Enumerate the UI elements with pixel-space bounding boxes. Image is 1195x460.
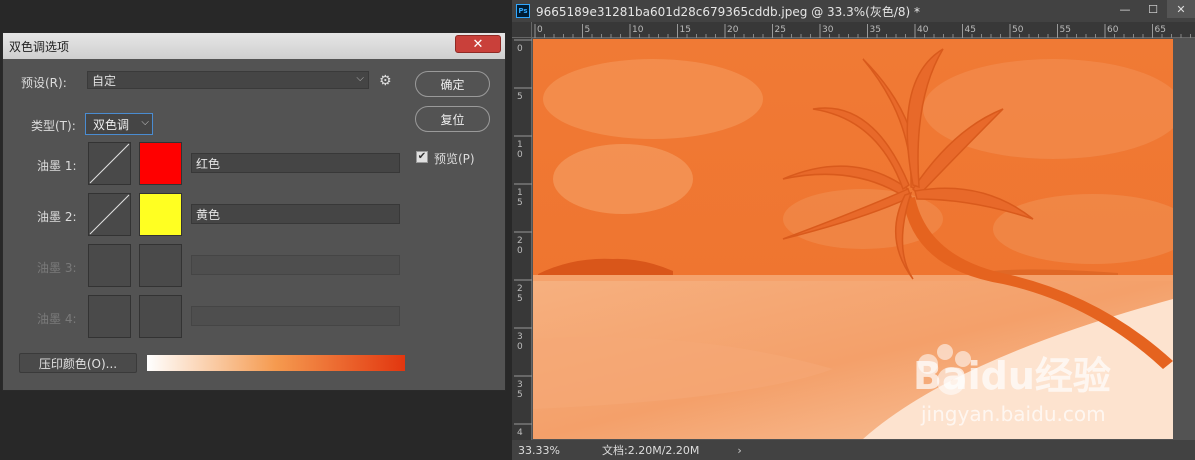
preview-checkbox[interactable]: ✔	[416, 151, 428, 163]
ink-2-name-input[interactable]: 黄色	[191, 204, 400, 224]
ink-4-label: 油墨 4:	[37, 312, 77, 326]
ruler-origin[interactable]	[512, 22, 532, 38]
ink-4-color-swatch	[139, 295, 182, 338]
ruler-tick-label: 20	[727, 25, 739, 35]
reset-button[interactable]: 复位	[415, 106, 490, 132]
duotone-gradient-preview	[147, 355, 405, 371]
duotone-options-dialog: 双色调选项 ✕ 预设(R): 自定 ⌵ ⚙ 确定 复位 类型(T): 双色调 ⌵…	[2, 32, 506, 391]
close-icon[interactable]: ✕	[1167, 0, 1195, 18]
ruler-tick-label: 10	[632, 25, 644, 35]
ruler-tick-label: 55	[1060, 25, 1071, 35]
ink-3-curve	[88, 244, 131, 287]
type-label: 类型(T):	[31, 119, 76, 133]
horizontal-ruler[interactable]: 0 5 10 15 20 25 30 35 40 45 50 55 60 65	[532, 22, 1195, 38]
preview-label[interactable]: 预览(P)	[434, 150, 475, 167]
watermark-logo: Baidu经验	[913, 354, 1111, 398]
ink-4-curve	[88, 295, 131, 338]
ink-3-label: 油墨 3:	[37, 261, 77, 275]
ruler-tick-label: 3	[517, 332, 523, 342]
minimize-icon[interactable]: —	[1111, 0, 1139, 18]
ruler-tick-label: 0	[517, 150, 523, 160]
document-window: Ps 9665189e31281ba601d28c679365cddb.jpeg…	[512, 0, 1195, 460]
ruler-tick-label: 5	[517, 390, 523, 400]
ink-1-label: 油墨 1:	[37, 159, 77, 173]
ink-2-label: 油墨 2:	[37, 210, 77, 224]
ruler-tick-label: 5	[517, 198, 523, 208]
chevron-down-icon: ⌵	[356, 73, 364, 84]
close-icon: ✕	[472, 36, 484, 52]
ok-button[interactable]: 确定	[415, 71, 490, 97]
preset-select[interactable]: 自定 ⌵	[87, 71, 369, 89]
preset-label: 预设(R):	[21, 76, 67, 90]
ruler-tick-label: 25	[775, 25, 786, 35]
reset-button-label: 复位	[440, 112, 465, 127]
status-bar: 33.33% 文档:2.20M/2.20M ›	[512, 440, 1195, 460]
ink-1-name-input[interactable]: 红色	[191, 153, 400, 173]
ruler-tick-label: 5	[517, 92, 523, 102]
zoom-level[interactable]: 33.33%	[518, 444, 588, 457]
dialog-titlebar[interactable]: 双色调选项 ✕	[3, 33, 505, 59]
ruler-tick-label: 0	[537, 25, 543, 35]
ok-button-label: 确定	[440, 77, 465, 92]
type-select[interactable]: 双色调 ⌵	[85, 113, 153, 135]
type-value: 双色调	[93, 117, 130, 132]
ruler-tick-label: 0	[517, 246, 523, 256]
ruler-tick-label: 65	[1155, 25, 1166, 35]
ruler-tick-label: 5	[585, 25, 591, 35]
gear-icon[interactable]: ⚙	[379, 73, 392, 89]
ink-2-curve[interactable]	[88, 193, 131, 236]
check-icon: ✔	[417, 151, 427, 162]
ruler-tick-label: 5	[517, 294, 523, 304]
preset-value: 自定	[92, 73, 117, 88]
vertical-ruler[interactable]: 0510152025303540	[512, 38, 532, 440]
ruler-tick-label: 40	[917, 25, 929, 35]
ruler-ticks: 0510152025303540	[514, 39, 532, 438]
document-tab[interactable]: Ps 9665189e31281ba601d28c679365cddb.jpeg…	[512, 0, 1195, 22]
ruler-tick-label: 2	[517, 284, 523, 294]
ruler-tick-label: 0	[517, 44, 523, 54]
ruler-tick-label: 0	[517, 342, 523, 352]
ink-4-name-input	[191, 306, 400, 326]
curve-diagonal-icon	[89, 143, 130, 184]
dialog-close-button[interactable]: ✕	[455, 35, 501, 53]
ink-1-curve[interactable]	[88, 142, 131, 185]
window-controls: — ☐ ✕	[1111, 0, 1195, 18]
ruler-tick-label: 15	[680, 25, 691, 35]
ink-1-name: 红色	[196, 156, 221, 171]
chevron-down-icon: ⌵	[141, 117, 149, 128]
ruler-tick-label: 45	[965, 25, 976, 35]
beach-palm-image: Baidu经验 jingyan.baidu.com	[533, 39, 1173, 439]
ruler-tick-label: 3	[517, 380, 523, 390]
ruler-tick-label: 60	[1107, 25, 1119, 35]
ruler-tick-label: 30	[822, 25, 834, 35]
dialog-title: 双色调选项	[9, 39, 70, 54]
overprint-colors-button[interactable]: 压印颜色(O)...	[19, 353, 137, 373]
ruler-tick-label: 1	[517, 188, 523, 198]
ink-2-color-swatch[interactable]	[139, 193, 182, 236]
ruler-tick-label: 50	[1012, 25, 1024, 35]
photoshop-icon: Ps	[516, 4, 530, 18]
ruler-tick-label: 2	[517, 236, 523, 246]
image-canvas[interactable]: Baidu经验 jingyan.baidu.com	[533, 39, 1173, 439]
ink-1-color-swatch[interactable]	[139, 142, 182, 185]
overprint-colors-label: 压印颜色(O)...	[38, 356, 118, 371]
document-info[interactable]: 文档:2.20M/2.20M	[602, 442, 699, 458]
document-title: 9665189e31281ba601d28c679365cddb.jpeg @ …	[536, 4, 920, 19]
ruler-tick-label: 4	[517, 428, 523, 438]
curve-diagonal-icon	[89, 194, 130, 235]
ruler-tick-label: 35	[870, 25, 881, 35]
ink-2-name: 黄色	[196, 207, 221, 222]
watermark-url: jingyan.baidu.com	[920, 402, 1106, 426]
ruler-ticks: 0 5 10 15 20 25 30 35 40 45 50 55 60 65	[534, 24, 1191, 38]
maximize-icon[interactable]: ☐	[1139, 0, 1167, 18]
ink-3-name-input	[191, 255, 400, 275]
ruler-tick-label: 1	[517, 140, 523, 150]
ink-3-color-swatch	[139, 244, 182, 287]
chevron-right-icon[interactable]: ›	[737, 444, 741, 457]
